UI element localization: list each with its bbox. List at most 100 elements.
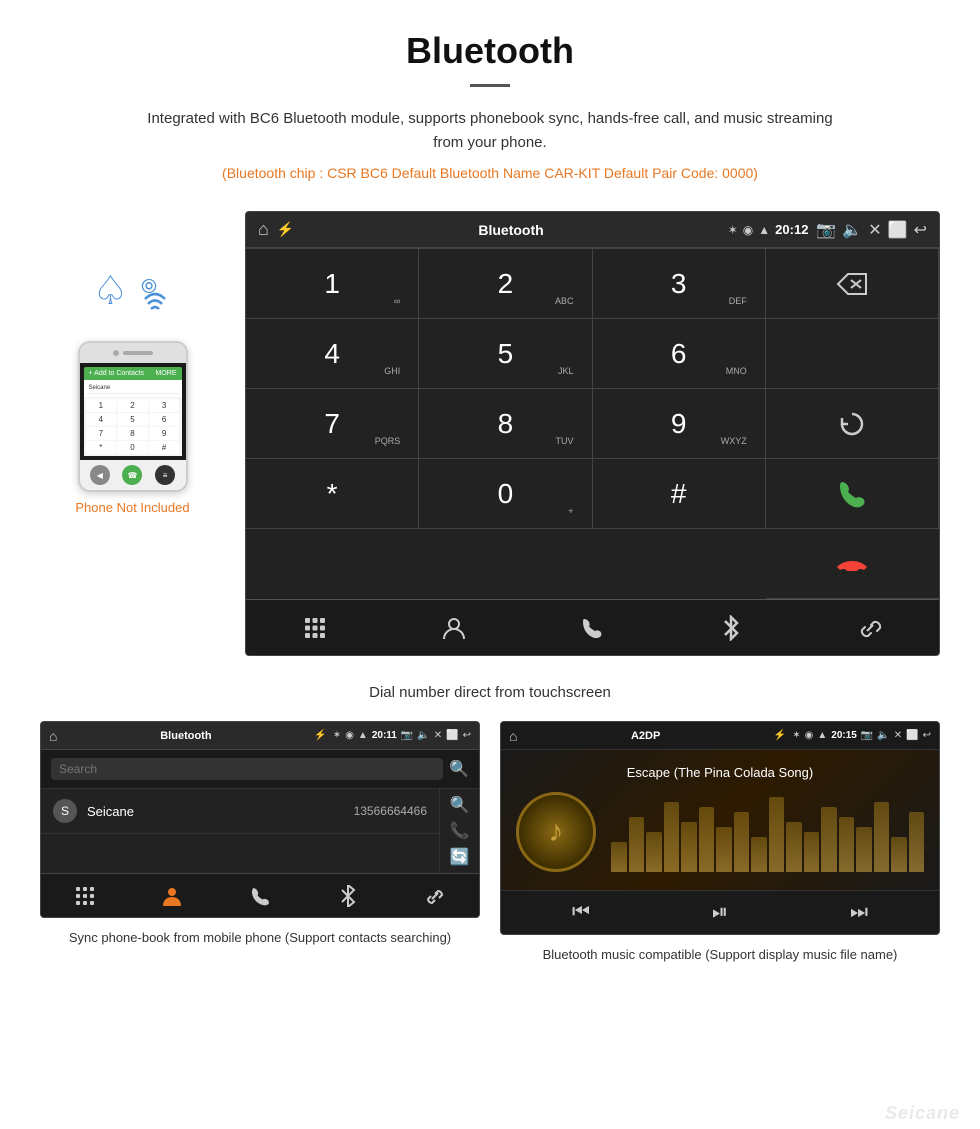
music-play-pause-button[interactable]: ⏯ xyxy=(712,901,728,924)
music-song-title: Escape (The Pina Colada Song) xyxy=(627,765,813,780)
refresh-icon xyxy=(838,410,866,438)
search-icon[interactable]: 🔍 xyxy=(449,759,469,779)
eq-bar xyxy=(611,842,627,872)
car-screen-title: Bluetooth xyxy=(302,222,719,238)
dialpad-key-4[interactable]: 4 GHI xyxy=(246,319,419,389)
call-icon xyxy=(836,478,868,510)
phone-contact-row: Seicane xyxy=(87,383,179,394)
pb-clock: 20:11 xyxy=(372,730,397,741)
dialpad-bottom-nav xyxy=(246,599,939,655)
eq-bar xyxy=(699,807,715,872)
bluetooth-nav-icon xyxy=(720,615,742,641)
music-skip-forward-button[interactable]: ⏭ xyxy=(850,901,868,924)
music-bt-icon: ✶ xyxy=(792,730,800,741)
phone-key-4: 4 xyxy=(86,413,117,426)
dialpad-num-star: * xyxy=(327,480,338,508)
dialpad-key-6[interactable]: 6 MNO xyxy=(593,319,766,389)
pb-home-icon[interactable]: ⌂ xyxy=(49,728,57,744)
pb-phone-side-icon[interactable]: 📞 xyxy=(450,821,470,841)
music-equalizer xyxy=(611,792,924,872)
phone-menu-button[interactable]: ≡ xyxy=(155,465,175,485)
phone-back-button[interactable]: ◀ xyxy=(90,465,110,485)
contacts-icon xyxy=(441,615,467,641)
page-title: Bluetooth xyxy=(20,30,960,72)
nav-contacts-button[interactable] xyxy=(385,600,524,655)
dialpad-key-7[interactable]: 7 PQRS xyxy=(246,389,419,459)
dialpad-empty-2 xyxy=(766,319,939,389)
car-close-icon[interactable]: ✕ xyxy=(868,220,881,240)
phone-key-hash: # xyxy=(149,441,180,454)
pb-nav-dialpad[interactable] xyxy=(41,874,129,917)
pb-nav-call[interactable] xyxy=(216,874,304,917)
dialpad-key-0[interactable]: 0 + xyxy=(419,459,592,529)
pb-cam-icon: 📷 xyxy=(401,730,413,741)
music-loc-icon: ◉ xyxy=(805,730,814,741)
pb-search-row: 🔍 xyxy=(41,750,479,789)
eq-bar xyxy=(821,807,837,872)
music-back-icon[interactable]: ↩ xyxy=(923,730,931,741)
pb-nav-link[interactable] xyxy=(391,874,479,917)
dialpad-call-button[interactable] xyxy=(766,459,939,529)
dialpad-key-star[interactable]: * xyxy=(246,459,419,529)
car-camera-icon: 📷 xyxy=(816,220,836,240)
dialpad-num-4: 4 xyxy=(324,340,340,368)
dialpad-delete-button[interactable] xyxy=(766,249,939,319)
pb-contact-name: Seicane xyxy=(87,804,344,819)
pb-back-icon[interactable]: ↩ xyxy=(463,730,471,741)
pb-contact-row[interactable]: S Seicane 13566664466 xyxy=(41,789,439,834)
dialpad-key-2[interactable]: 2 ABC xyxy=(419,249,592,319)
nav-bluetooth-button[interactable] xyxy=(662,600,801,655)
dialpad-end-call-button[interactable] xyxy=(766,529,939,599)
car-window-icon: ⬜ xyxy=(888,220,908,240)
dialpad-key-3[interactable]: 3 DEF xyxy=(593,249,766,319)
phone-add-contact-label: + Add to Contacts xyxy=(89,370,144,377)
car-clock: 20:12 xyxy=(775,222,808,237)
car-signal-icon: ▲ xyxy=(758,223,770,237)
dialpad-sub-6: MNO xyxy=(726,366,747,376)
pb-search-side-icon[interactable]: 🔍 xyxy=(450,795,470,815)
phone-key-8: 8 xyxy=(117,427,148,440)
pb-close-icon[interactable]: ✕ xyxy=(434,730,442,741)
car-location-icon: ◉ xyxy=(743,223,753,237)
dialpad-key-8[interactable]: 8 TUV xyxy=(419,389,592,459)
eq-bar xyxy=(751,837,767,872)
pb-screen-title: Bluetooth xyxy=(63,730,308,742)
music-home-icon[interactable]: ⌂ xyxy=(509,728,517,744)
phone-icon xyxy=(580,616,604,640)
phone-illustration: ♤ ␿ ⦾ + Add to Contacts MORE xyxy=(40,271,225,515)
dialpad-sub-1: ∞ xyxy=(394,296,400,306)
phone-call-button[interactable]: ☎ xyxy=(122,465,142,485)
phone-key-5: 5 xyxy=(117,413,148,426)
music-album-art: ♪ xyxy=(516,792,596,872)
dialpad-num-hash: # xyxy=(671,480,687,508)
dialpad-sub-9: WXYZ xyxy=(721,436,747,446)
car-back-icon[interactable]: ↩ xyxy=(914,220,927,240)
dialpad-key-hash[interactable]: # xyxy=(593,459,766,529)
pb-nav-person[interactable] xyxy=(129,874,217,917)
pb-search-input[interactable] xyxy=(51,758,443,780)
main-content: ♤ ␿ ⦾ + Add to Contacts MORE xyxy=(0,211,980,656)
dialpad-key-5[interactable]: 5 JKL xyxy=(419,319,592,389)
pb-refresh-side-icon[interactable]: 🔄 xyxy=(450,847,470,867)
phone-screen: + Add to Contacts MORE Seicane 1 2 3 4 5… xyxy=(80,363,186,460)
dialpad-refresh-button[interactable] xyxy=(766,389,939,459)
pb-signal-icon: ▲ xyxy=(358,730,368,741)
car-home-icon[interactable]: ⌂ xyxy=(258,219,269,240)
phone-camera-icon xyxy=(113,350,119,356)
pb-side-actions: 🔍 📞 🔄 xyxy=(439,789,479,873)
car-bluetooth-status-icon: ✶ xyxy=(728,223,738,237)
nav-dialpad-button[interactable] xyxy=(246,600,385,655)
pb-bottom-nav xyxy=(41,873,479,917)
music-close-icon[interactable]: ✕ xyxy=(894,730,902,741)
nav-phone-button[interactable] xyxy=(523,600,662,655)
pb-nav-bt[interactable] xyxy=(304,874,392,917)
eq-bar xyxy=(891,837,907,872)
dialpad-key-9[interactable]: 9 WXYZ xyxy=(593,389,766,459)
dialpad-key-1[interactable]: 1 ∞ xyxy=(246,249,419,319)
music-skip-back-button[interactable]: ⏮ xyxy=(572,901,590,924)
car-volume-icon: 🔈 xyxy=(842,220,862,240)
pb-status-icons: ✶ ◉ ▲ 20:11 📷 🔈 ✕ ⬜ ↩ xyxy=(333,730,471,741)
eq-bar xyxy=(646,832,662,872)
nav-link-button[interactable] xyxy=(800,600,939,655)
car-usb-icon: ⚡ xyxy=(277,221,294,238)
